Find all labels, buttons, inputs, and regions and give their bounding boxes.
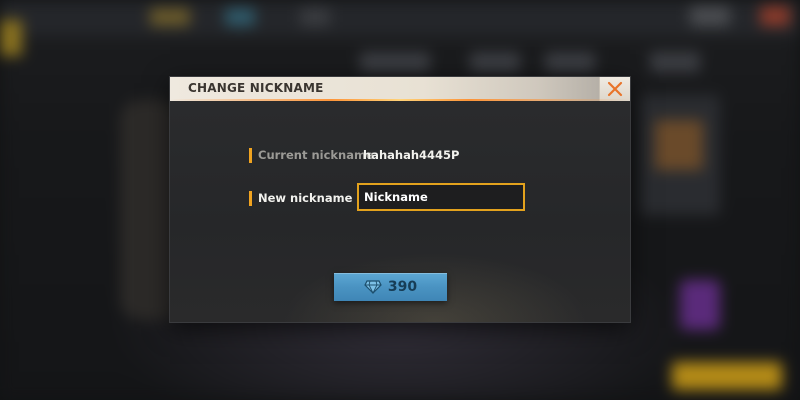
bg-card-image	[655, 120, 703, 170]
bg-yellow-marker	[0, 20, 22, 56]
bg-tab	[470, 52, 520, 72]
bg-chip	[690, 6, 730, 26]
current-nickname-value: hahahah4445P	[363, 148, 460, 162]
diamond-icon	[364, 280, 382, 294]
new-nickname-row: New nickname	[249, 190, 352, 206]
new-nickname-label-group: New nickname	[249, 190, 352, 206]
bg-chip	[225, 8, 255, 26]
accent-bar	[249, 190, 252, 206]
bg-tab	[650, 52, 700, 72]
bg-yellow-button	[672, 362, 782, 390]
dialog-header: CHANGE NICKNAME	[170, 77, 630, 101]
purchase-button[interactable]: 390	[334, 273, 447, 301]
header-glow	[170, 99, 630, 101]
game-screen: CHANGE NICKNAME Current nickname hahahah…	[0, 0, 800, 400]
bg-chip	[760, 6, 790, 26]
bg-tab	[545, 52, 595, 72]
close-x-icon	[607, 81, 623, 97]
accent-bar	[249, 147, 252, 163]
close-button[interactable]	[599, 77, 630, 101]
current-nickname-label: Current nickname	[258, 148, 374, 162]
bg-chip	[150, 8, 190, 26]
bg-top-bar	[0, 0, 800, 36]
bg-purple-item	[680, 280, 720, 330]
bg-chip	[300, 8, 330, 26]
current-nickname-row: Current nickname	[249, 147, 374, 163]
price-label: 390	[387, 279, 418, 295]
bg-tab	[360, 52, 430, 72]
new-nickname-label: New nickname	[258, 191, 353, 205]
dialog-title: CHANGE NICKNAME	[188, 81, 324, 95]
current-nickname-label-group: Current nickname	[249, 147, 374, 163]
new-nickname-input[interactable]	[357, 183, 525, 211]
